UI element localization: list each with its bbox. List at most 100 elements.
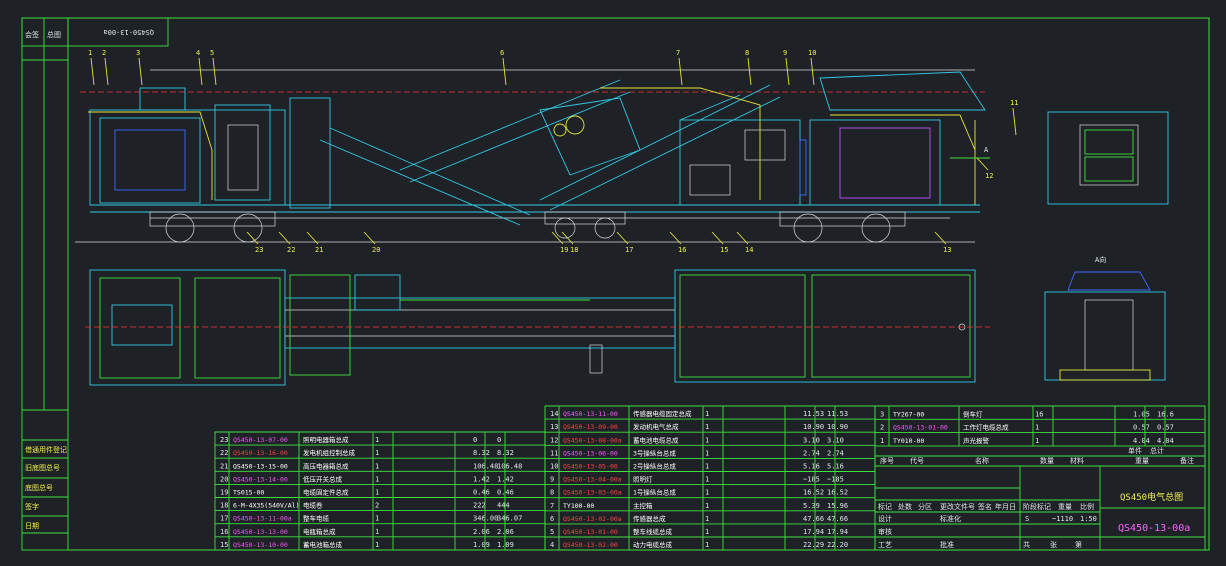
callout-4: 4	[196, 49, 200, 57]
bom-right-cell-code: TY267-00	[893, 410, 924, 418]
view-a-label: A向	[1095, 255, 1106, 264]
bom-mid-cell-no: 12	[550, 436, 558, 444]
bom-left-cell-qty: 1	[375, 475, 379, 483]
bom-hdr-code: 代号	[910, 456, 924, 465]
drawing-number: QS450-13-00a	[1118, 523, 1190, 534]
bom-left-cell-qty: 2	[375, 502, 379, 510]
bom-mid-cell-w2: 47.66	[827, 515, 848, 523]
bom-mid-cell-no: 11	[550, 449, 558, 457]
bom-left-cell-no: 23	[220, 436, 228, 444]
tb-review: 审核	[878, 527, 892, 536]
callout-3: 3	[136, 49, 140, 57]
bom-mid-cell-code: QS450-13-03-00a	[563, 489, 622, 497]
bom-mid-cell-w1: ~185	[803, 476, 820, 484]
callout-11: 11	[1010, 99, 1018, 107]
drawing-canvas: 会签 总图 QS450-13-00a 借通用件登记 旧底图总号 底图总号 签字 …	[0, 0, 1226, 566]
bom-left-cell-qty: 1	[375, 462, 379, 470]
bom-mid-cell-no: 9	[550, 476, 554, 484]
bom-left-cell-code: QS450-13-16-00	[233, 449, 288, 457]
bom-mid-cell-no: 14	[550, 410, 558, 418]
bom-mid-cell-w1: 2.74	[803, 449, 820, 457]
bom-mid-cell-no: 10	[550, 463, 558, 471]
bom-left-cell-name: 整车电缆	[303, 514, 330, 523]
bom-hdr-total: 总计	[1150, 446, 1164, 455]
stamp-label-a: 会签	[25, 30, 39, 39]
bom-mid-cell-qty: 1	[705, 410, 709, 418]
side-label-d: 签字	[25, 502, 39, 511]
bom-mid-cell-code: QS450-13-08-00a	[563, 436, 622, 444]
bom-mid-cell-qty: 1	[705, 502, 709, 510]
bom-hdr-name: 名称	[975, 456, 989, 465]
callout-9: 9	[783, 49, 787, 57]
tb-count: 处数	[898, 502, 912, 511]
bom-mid-cell-qty: 1	[705, 541, 709, 549]
bom-right-cell-qty: 16	[1035, 410, 1043, 418]
bom-left-cell-w1: 1.42	[473, 475, 490, 483]
bom-left-cell-code: QS450-13-10-00	[233, 541, 288, 549]
bom-left-cell-no: 19	[220, 489, 228, 497]
bom-left-cell-qty: 1	[375, 528, 379, 536]
bom-mid-cell-w1: 17.94	[803, 528, 824, 536]
tb-date: 年月日	[995, 502, 1016, 511]
tb-standard: 标准化	[940, 514, 961, 523]
bom-right-cell-name: 倒车灯	[963, 409, 983, 418]
bom-left-cell-name: 照明电器箱总成	[303, 435, 349, 444]
bom-left-cell-qty: 1	[375, 449, 379, 457]
bom-mid-cell-qty: 1	[705, 515, 709, 523]
bom-mid-cell-w2: 15.96	[827, 502, 848, 510]
callout-12: 12	[985, 172, 993, 180]
tb-weight-label: 重量	[1058, 503, 1072, 511]
callout-8: 8	[745, 49, 749, 57]
bom-mid-cell-code: QS450-13-04-00a	[563, 476, 622, 484]
bom-mid-cell-no: 5	[550, 528, 554, 536]
bom-mid-cell-name: 动力电缆总成	[633, 540, 673, 549]
bom-hdr-note: 备注	[1180, 456, 1194, 465]
callout-17: 17	[625, 246, 633, 254]
bom-right-cell-code: TY010-00	[893, 437, 924, 445]
tb-scale-label: 比例	[1080, 502, 1094, 511]
bom-mid-cell-qty: 1	[705, 436, 709, 444]
bom-right-cell-qty: 1	[1035, 437, 1039, 445]
bom-left-cell-name: 电瓶箱总成	[303, 527, 336, 536]
bom-left-cell-no: 17	[220, 515, 228, 523]
tb-stage-value: S	[1025, 515, 1029, 523]
bom-left-cell-name: 高压电器箱总成	[303, 461, 349, 470]
side-label-a: 借通用件登记	[25, 445, 67, 454]
bom-mid-cell-w1: 10.90	[803, 423, 824, 431]
bom-mid-cell-name: 传感器电缆固定总成	[633, 409, 692, 418]
drawing-title: QS450电气总图	[1120, 491, 1183, 503]
bom-mid-cell-code: QS450-13-01-00	[563, 528, 618, 536]
callout-1: 1	[88, 49, 92, 57]
bom-left-cell-w1: 346.00	[473, 515, 498, 523]
bom-left-cell-code: QS450-13-13-00	[233, 528, 288, 536]
bom-left-cell-w1: 106.48	[473, 462, 498, 470]
tb-sheet: 张	[1050, 540, 1057, 549]
bom-left-cell-qty: 1	[375, 515, 379, 523]
bom-mid-cell-qty: 1	[705, 463, 709, 471]
side-label-e: 日期	[25, 522, 39, 530]
bom-left-cell-code: QS450-13-15-00	[233, 462, 288, 470]
bom-mid-cell-no: 8	[550, 489, 554, 497]
bom-mid-cell-no: 13	[550, 423, 558, 431]
bom-left-cell-w2: 106.48	[497, 462, 522, 470]
callout-19: 19	[560, 246, 568, 254]
bom-hdr-qty: 数量	[1040, 456, 1054, 465]
bom-mid-cell-name: 照明灯	[633, 475, 653, 484]
bom-mid-cell-no: 4	[550, 541, 554, 549]
callout-5: 5	[210, 49, 214, 57]
callout-18: 18	[570, 246, 578, 254]
bom-left-cell-w1: 222	[473, 502, 486, 510]
bom-right-cell-no: 2	[880, 424, 884, 432]
bom-mid-cell-qty: 1	[705, 489, 709, 497]
stamp-drawing-no: QS450-13-00a	[103, 28, 154, 36]
callout-14: 14	[745, 246, 753, 254]
bom-mid-cell-w2: 17.94	[827, 528, 848, 536]
callout-13: 13	[943, 246, 951, 254]
bom-left-cell-no: 21	[220, 462, 228, 470]
callout-20: 20	[372, 246, 380, 254]
bom-left-cell-no: 22	[220, 449, 228, 457]
bom-mid-cell-w1: 47.66	[803, 515, 824, 523]
bom-mid-cell-w2: 16.52	[827, 489, 848, 497]
bom-mid-cell-code: QS450-13-11-00	[563, 410, 618, 418]
bom-mid-cell-w1: 16.52	[803, 489, 824, 497]
